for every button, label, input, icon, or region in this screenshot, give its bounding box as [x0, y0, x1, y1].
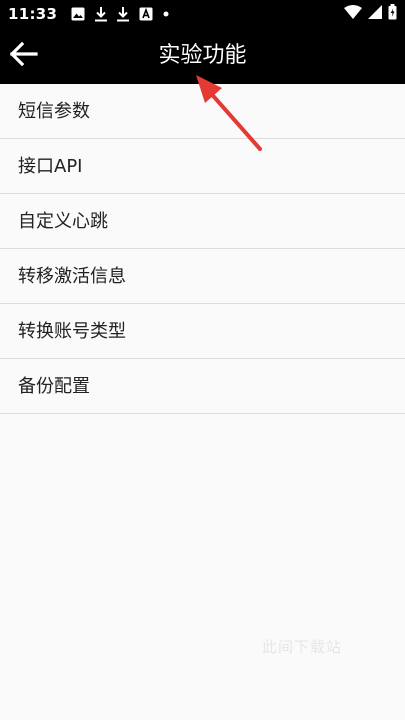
battery-icon	[388, 4, 397, 24]
menu-item-sms-params[interactable]: 短信参数	[0, 84, 405, 139]
signal-icon	[368, 5, 382, 23]
status-bar: 11:33	[0, 0, 405, 28]
menu-item-api[interactable]: 接口API	[0, 139, 405, 194]
status-time: 11:33	[8, 5, 58, 23]
status-system-icons	[344, 4, 397, 24]
image-icon	[71, 7, 85, 21]
menu-item-transfer-activation[interactable]: 转移激活信息	[0, 249, 405, 304]
menu-item-convert-account-type[interactable]: 转换账号类型	[0, 304, 405, 359]
watermark: 此间下载站	[262, 638, 343, 656]
download-icon	[117, 6, 130, 22]
page-title: 实验功能	[158, 43, 247, 68]
settings-menu-list: 短信参数 接口API 自定义心跳 转移激活信息 转换账号类型 备份配置	[0, 84, 405, 414]
menu-item-backup-config[interactable]: 备份配置	[0, 359, 405, 414]
screen: 11:33 实验功能 短信参数 接口API 自定义心跳 转移激活信息 转换账号类…	[0, 0, 405, 720]
menu-item-custom-heartbeat[interactable]: 自定义心跳	[0, 194, 405, 249]
dot-icon	[163, 11, 169, 17]
download-icon	[95, 6, 108, 22]
wifi-icon	[344, 5, 362, 23]
status-notification-icons	[71, 6, 169, 22]
app-toolbar: 实验功能	[0, 28, 405, 84]
app-icon	[139, 7, 153, 21]
